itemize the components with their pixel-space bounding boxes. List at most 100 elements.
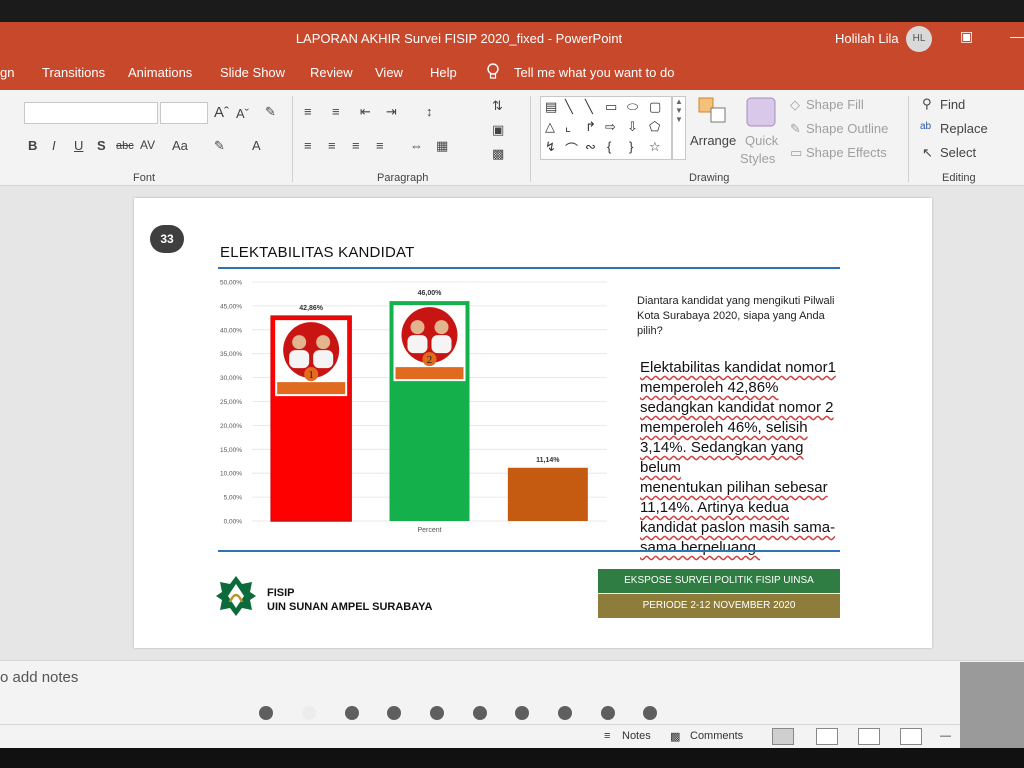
highlight-icon[interactable]: ✎: [214, 138, 225, 154]
text-direction-vertical-icon[interactable]: ⇅: [492, 98, 503, 114]
tab-transitions[interactable]: Transitions: [42, 65, 105, 80]
italic-icon[interactable]: I: [52, 138, 56, 153]
decrease-indent-icon[interactable]: ⇤: [360, 104, 371, 120]
shapes-gallery-scroll[interactable]: ▲ ▼ ▼: [672, 96, 686, 160]
cursor-icon: ↖: [922, 145, 933, 160]
font-color-icon[interactable]: A: [252, 138, 261, 153]
oval-shape-icon[interactable]: ⬭: [627, 99, 638, 115]
shapes-gallery[interactable]: ▤ ╲ ╲ ▭ ⬭ ▢ △ ⌞ ↱ ⇨ ⇩ ⬠ ↯ ⌒ ∾ { } ☆: [540, 96, 672, 160]
ekspose-banner[interactable]: EKSPOSE SURVEI POLITIK FISIP UINSA: [598, 569, 840, 593]
nav-dot[interactable]: [259, 706, 273, 720]
tab-slide-show[interactable]: Slide Show: [220, 65, 285, 80]
arc-shape-icon[interactable]: ⌒: [565, 139, 578, 158]
notes-placeholder[interactable]: o add notes: [0, 669, 78, 686]
shape-fill-button[interactable]: Shape Fill: [806, 97, 864, 112]
nav-dot[interactable]: [515, 706, 529, 720]
tab-help[interactable]: Help: [430, 65, 457, 80]
survey-question[interactable]: Diantara kandidat yang mengikuti Pilwali…: [637, 294, 847, 339]
shape-effects-button[interactable]: Shape Effects: [806, 145, 887, 160]
window-title: LAPORAN AKHIR Survei FISIP 2020_fixed - …: [295, 31, 623, 46]
y-tick-label: 35,00%: [220, 351, 242, 358]
smartart-icon[interactable]: ▩: [492, 146, 504, 162]
user-name[interactable]: Holilah Lila: [835, 31, 899, 46]
quick-styles-icon[interactable]: [745, 96, 777, 128]
line-spacing-icon[interactable]: ↕: [426, 104, 433, 119]
nav-dot[interactable]: [345, 706, 359, 720]
change-case-icon[interactable]: Aa: [172, 138, 188, 153]
right-arrow-shape-icon[interactable]: ⇨: [605, 119, 616, 135]
down-arrow-shape-icon[interactable]: ⇩: [627, 119, 638, 135]
shape-outline-button[interactable]: Shape Outline: [806, 121, 888, 136]
normal-view-button[interactable]: [772, 728, 794, 745]
zoom-slider[interactable]: —: [940, 730, 951, 742]
textbox-shape-icon[interactable]: ▤: [545, 99, 557, 115]
minimize-icon[interactable]: —: [1010, 28, 1024, 44]
left-brace-icon[interactable]: {: [607, 139, 611, 154]
reading-view-button[interactable]: [858, 728, 880, 745]
nav-dot[interactable]: [387, 706, 401, 720]
text-direction-icon[interactable]: ⇔: [410, 138, 423, 153]
tab-design[interactable]: gn: [0, 65, 14, 80]
shadow-icon[interactable]: S: [97, 138, 106, 153]
triangle-shape-icon[interactable]: △: [545, 119, 555, 135]
slide-sorter-button[interactable]: [816, 728, 838, 745]
star-shape-icon[interactable]: ☆: [649, 139, 661, 155]
bar[interactable]: [507, 467, 588, 521]
justify-icon[interactable]: ≡: [376, 138, 384, 153]
quick-styles-button-line2[interactable]: Styles: [740, 151, 775, 166]
char-spacing-icon[interactable]: AV: [140, 138, 155, 152]
nav-dot[interactable]: [430, 706, 444, 720]
nav-dot[interactable]: [601, 706, 615, 720]
tab-review[interactable]: Review: [310, 65, 353, 80]
nav-dot[interactable]: [643, 706, 657, 720]
line-shape-icon[interactable]: ╲: [565, 99, 573, 115]
font-size-box[interactable]: [160, 102, 208, 124]
rounded-rect-shape-icon[interactable]: ▢: [649, 99, 661, 115]
period-banner[interactable]: PERIODE 2-12 NOVEMBER 2020: [598, 594, 840, 618]
tab-view[interactable]: View: [375, 65, 403, 80]
freeform-shape-icon[interactable]: ↯: [545, 139, 556, 155]
slide-body-text[interactable]: Elektabilitas kandidat nomor1 memperoleh…: [640, 358, 844, 558]
bold-icon[interactable]: B: [28, 138, 37, 153]
underline-icon[interactable]: U: [74, 138, 83, 153]
tell-me-search[interactable]: Tell me what you want to do: [514, 65, 674, 80]
rectangle-shape-icon[interactable]: ▭: [605, 99, 617, 115]
arrange-button[interactable]: Arrange: [690, 133, 736, 148]
replace-button[interactable]: Replace: [940, 121, 988, 136]
slideshow-view-button[interactable]: [900, 728, 922, 745]
align-text-icon[interactable]: ▣: [492, 122, 504, 138]
numbering-icon[interactable]: ≡: [332, 104, 340, 119]
align-center-icon[interactable]: ≡: [328, 138, 336, 153]
find-button[interactable]: Find: [940, 97, 965, 112]
columns-icon[interactable]: ▦: [436, 138, 448, 154]
bar-chart[interactable]: 0,00% 5,00% 10,00% 15,00% 20,00% 25,00% 30,00%…: [212, 278, 612, 538]
elbow-arrow-icon[interactable]: ↱: [585, 119, 596, 135]
nav-dot-current[interactable]: [302, 706, 316, 720]
align-right-icon[interactable]: ≡: [352, 138, 360, 153]
flowchart-shape-icon[interactable]: ⬠: [649, 119, 660, 135]
align-left-icon[interactable]: ≡: [304, 138, 312, 153]
restore-icon[interactable]: ▣: [960, 28, 973, 45]
strikethrough-icon[interactable]: abc: [116, 140, 134, 152]
comments-button[interactable]: Comments: [690, 730, 743, 742]
right-brace-icon[interactable]: }: [629, 139, 633, 154]
increase-font-icon[interactable]: Aˆ: [214, 104, 229, 121]
nav-dot[interactable]: [558, 706, 572, 720]
quick-styles-button[interactable]: Quick: [745, 133, 778, 148]
notes-button[interactable]: Notes: [622, 730, 651, 742]
avatar[interactable]: HL: [906, 26, 932, 52]
slide-canvas[interactable]: 33 ELEKTABILITAS KANDIDAT 0,00% 5,00% 10,0…: [134, 198, 932, 648]
slide-title[interactable]: ELEKTABILITAS KANDIDAT: [220, 244, 414, 261]
arrange-icon[interactable]: [697, 96, 729, 126]
bullets-icon[interactable]: ≡: [304, 104, 312, 119]
decrease-font-icon[interactable]: Aˇ: [236, 106, 249, 121]
elbow-connector-icon[interactable]: ⌞: [565, 119, 571, 135]
select-button[interactable]: Select: [940, 145, 976, 160]
increase-indent-icon[interactable]: ⇥: [386, 104, 397, 120]
line-shape-icon[interactable]: ╲: [585, 99, 593, 115]
nav-dot[interactable]: [473, 706, 487, 720]
tab-animations[interactable]: Animations: [128, 65, 192, 80]
clear-format-icon[interactable]: ✎: [265, 104, 276, 120]
font-name-box[interactable]: [24, 102, 158, 124]
curve-shape-icon[interactable]: ∾: [585, 139, 596, 155]
